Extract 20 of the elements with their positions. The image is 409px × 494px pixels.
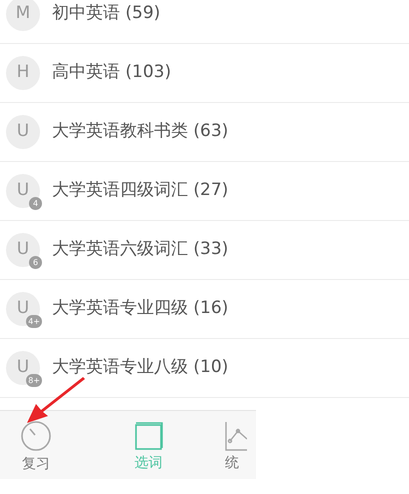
letter-avatar: U — [6, 115, 40, 149]
level-badge: 4+ — [26, 315, 42, 328]
level-badge: 8+ — [26, 374, 42, 387]
letter-avatar: M — [6, 0, 40, 31]
book-title[interactable]: 初中英语 (59) — [52, 1, 160, 27]
letter-avatar: H — [6, 56, 40, 90]
level-badge: 6 — [29, 256, 42, 269]
arrow-drawing — [27, 377, 85, 423]
level-badge: 4 — [29, 197, 42, 210]
timer-icon — [20, 420, 52, 452]
book-title[interactable]: 大学英语六级词汇 (33) — [52, 237, 228, 263]
chart-icon — [225, 420, 247, 450]
tab[interactable]: 统 — [225, 411, 256, 479]
book-icon — [134, 420, 164, 450]
tab[interactable]: 复习 — [0, 411, 72, 479]
book-title[interactable]: 大学英语专业八级 (10) — [52, 355, 228, 381]
book-title[interactable]: 大学英语四级词汇 (27) — [52, 178, 228, 204]
book-title[interactable]: 大学英语教科书类 (63) — [52, 119, 228, 145]
book-title[interactable]: 高中英语 (103) — [52, 60, 172, 86]
book-title[interactable]: 大学英语专业四级 (16) — [52, 296, 228, 322]
